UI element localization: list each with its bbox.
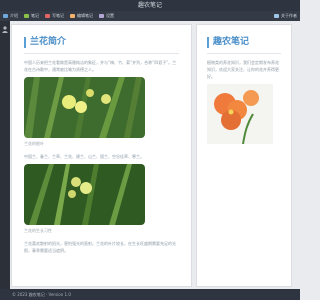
article-divider [24,53,179,54]
article-middle: 中国兰、春兰、兰草、兰花、建兰、山兰、国兰、空谷佳草、寒兰。 [24,154,144,159]
user-avatar-icon[interactable] [2,26,8,33]
orchid-photo-2 [24,164,145,225]
toolbar-notes-button[interactable]: 笔记 [21,11,42,21]
gear-icon [99,14,104,18]
toolbar-edit-note-button[interactable]: 编辑笔记 [67,11,96,21]
side-text: 植物类的养花知识，我们会定期发布养花知识，欢迎大家关注，让你的花卉养得更好。 [207,60,279,79]
orchid-photo-1 [24,77,145,138]
side-card: 趣农笔记 植物类的养花知识，我们会定期发布养花知识，欢迎大家关注，让你的花卉养得… [196,24,292,287]
left-sidebar [0,21,10,289]
toolbar-about-button[interactable]: 关于作者 [271,11,300,21]
toolbar-settings-button[interactable]: 设置 [96,11,117,21]
article-outro: 兰花喜欢散射的阳光，害怕强光的直射。兰花的叶片较长，在生长旺盛期需要充足的光照，… [24,241,176,253]
photo-1-caption: 兰花的根叶 [24,141,44,146]
intro-icon [3,14,8,18]
window-title: 趣农笔记 [137,2,162,9]
article-panel: 兰花简介 中国人历来把兰花看做是高雅纯洁的象征，并与“梅、竹、菊”并列，合称“四… [11,24,192,287]
write-icon [45,14,50,18]
article-title: 兰花简介 [24,37,179,48]
status-text: © 2023 趣农笔记 · Version 1.0 [12,292,71,297]
flower-photo [207,84,273,144]
notes-icon [24,14,29,18]
photo-2-caption: 兰花的生长习性 [24,228,52,233]
about-icon [274,14,279,18]
toolbar-write-note-button[interactable]: 写笔记 [42,11,67,21]
edit-icon [70,14,75,18]
toolbar: 介绍 笔记 写笔记 编辑笔记 设置 关于作者 [0,11,300,21]
window-title-bar: 趣农笔记 [0,0,300,11]
side-title: 趣农笔记 [207,37,281,48]
status-bar: © 2023 趣农笔记 · Version 1.0 [0,289,300,300]
side-divider [207,53,281,54]
article-intro: 中国人历来把兰花看做是高雅纯洁的象征，并与“梅、竹、菊”并列，合称“四君子”。兰… [24,60,177,72]
toolbar-intro-button[interactable]: 介绍 [0,11,21,21]
